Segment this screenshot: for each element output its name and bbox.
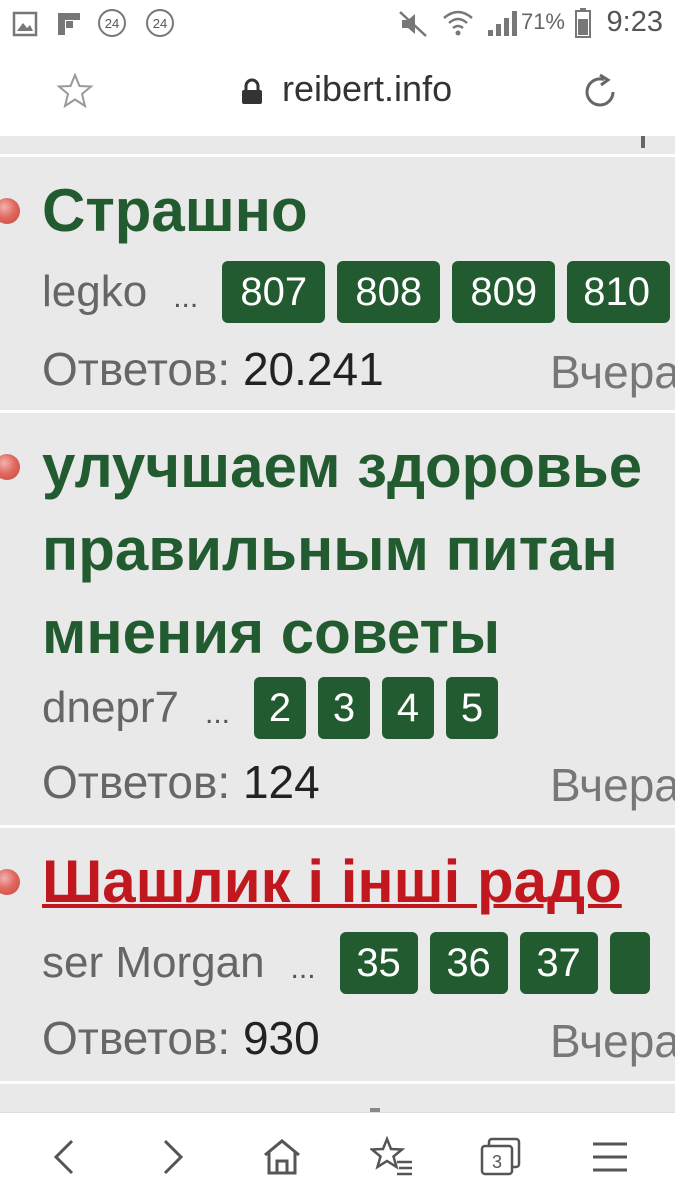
- home-icon: [264, 1139, 300, 1175]
- pages-ellipsis: ...: [205, 697, 231, 730]
- page-link[interactable]: 36: [429, 932, 508, 994]
- page-link[interactable]: 35: [339, 932, 418, 994]
- replies-label: Ответов:: [42, 1012, 231, 1064]
- thread-author[interactable]: ser Morgan: [42, 938, 265, 988]
- thread-title[interactable]: Шашлик і інші радо: [42, 840, 622, 923]
- notification-24-icon: 24: [98, 9, 126, 37]
- address-bar: reibert.info: [0, 48, 675, 137]
- chevron-left-icon: [53, 1139, 74, 1175]
- signal-icon: [488, 11, 517, 36]
- status-bar: 24 24 71% 9:23: [0, 0, 675, 48]
- author-row: dnepr7 ... 2 3 4 5: [42, 676, 510, 740]
- tabs-icon: 3: [480, 1137, 521, 1176]
- bookmarks-button[interactable]: [366, 1131, 418, 1183]
- gallery-icon: [12, 11, 38, 37]
- lock-icon: [242, 78, 262, 104]
- replies-stat: Ответов: 20.241: [42, 342, 384, 396]
- thread-title-line[interactable]: правильным питан: [42, 508, 618, 591]
- replies-stat: Ответов: 930: [42, 1011, 320, 1065]
- replies-count: 20.241: [242, 343, 384, 395]
- back-button[interactable]: [38, 1131, 90, 1183]
- chevron-right-icon: [163, 1139, 184, 1175]
- tabs-button[interactable]: 3: [475, 1131, 527, 1183]
- replies-count: 930: [242, 1012, 320, 1064]
- thread-list: Страшно legko ... 807 808 809 810 Ответо…: [0, 136, 675, 1112]
- browser-bottom-bar: 3: [0, 1112, 675, 1201]
- replies-count: 124: [242, 756, 320, 808]
- thread-item[interactable]: улучшаем здоровье правильным питан мнени…: [0, 413, 675, 828]
- page-link-partial[interactable]: [609, 932, 650, 994]
- flipboard-icon: [58, 13, 80, 35]
- last-post-date[interactable]: Вчера: [550, 1014, 675, 1068]
- thread-item-partial[interactable]: [0, 1084, 675, 1112]
- pages-ellipsis: ...: [290, 952, 316, 985]
- notification-24-icon: 24: [146, 9, 174, 37]
- page-link[interactable]: 2: [254, 677, 307, 739]
- previous-thread-bottom: [0, 136, 675, 157]
- thread-item[interactable]: Страшно legko ... 807 808 809 810 Ответо…: [0, 157, 675, 413]
- thread-author[interactable]: legko: [42, 267, 147, 317]
- battery-percent: 71%: [520, 9, 565, 34]
- last-post-date[interactable]: Вчера: [550, 758, 675, 812]
- menu-button[interactable]: [584, 1131, 636, 1183]
- battery-icon: [575, 8, 591, 38]
- unread-dot-icon: [0, 869, 20, 895]
- unread-dot-icon: [0, 198, 20, 224]
- author-row: ser Morgan ... 35 36 37: [42, 931, 662, 995]
- page-link[interactable]: 3: [318, 677, 371, 739]
- unread-dot-icon: [0, 454, 20, 480]
- mute-icon: [399, 11, 427, 37]
- reload-icon[interactable]: [580, 72, 620, 112]
- replies-label: Ответов:: [42, 343, 231, 395]
- thread-author[interactable]: dnepr7: [42, 683, 179, 733]
- thread-title-line[interactable]: мнения советы: [42, 591, 500, 674]
- url-text[interactable]: reibert.info: [282, 68, 452, 110]
- replies-stat: Ответов: 124: [42, 755, 320, 809]
- page-link[interactable]: 810: [567, 261, 671, 323]
- thread-title[interactable]: улучшаем здоровье: [42, 425, 642, 508]
- replies-label: Ответов:: [42, 756, 231, 808]
- forward-button[interactable]: [147, 1131, 199, 1183]
- last-post-date[interactable]: Вчера: [550, 345, 675, 399]
- thread-item[interactable]: Шашлик і інші радо ser Morgan ... 35 36 …: [0, 828, 675, 1084]
- pages-ellipsis: ...: [173, 281, 199, 314]
- page-link[interactable]: 37: [519, 932, 598, 994]
- tab-count: 3: [492, 1152, 502, 1172]
- thread-title[interactable]: Страшно: [42, 169, 308, 252]
- bookmarks-star-icon: [370, 1136, 412, 1176]
- page-link[interactable]: 4: [382, 677, 435, 739]
- bookmark-star-icon[interactable]: [56, 72, 94, 110]
- hamburger-menu-icon: [593, 1142, 627, 1172]
- author-row: legko ... 807 808 809 810: [42, 260, 675, 324]
- home-button[interactable]: [256, 1131, 308, 1183]
- wifi-icon: [443, 10, 473, 36]
- page-link[interactable]: 809: [452, 261, 556, 323]
- clock: 9:23: [606, 6, 663, 38]
- page-link[interactable]: 808: [337, 261, 441, 323]
- page-link[interactable]: 807: [222, 261, 326, 323]
- page-link[interactable]: 5: [446, 677, 499, 739]
